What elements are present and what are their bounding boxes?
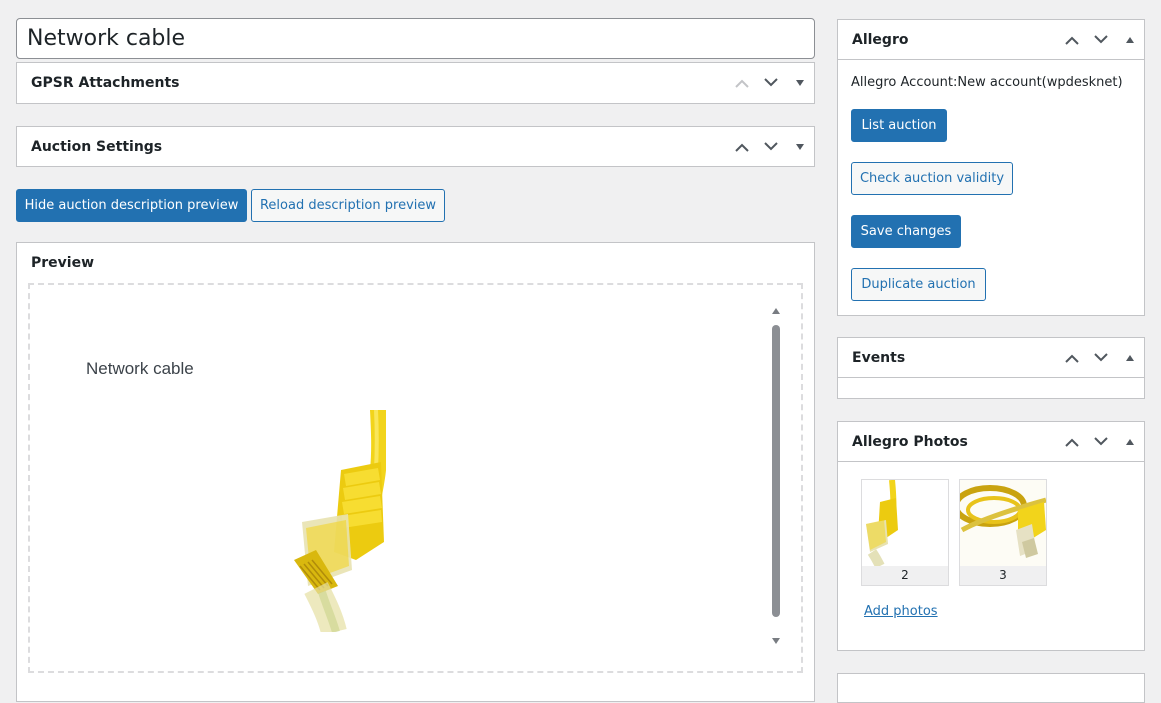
allegro-account-value: New account(wpdesknet) (957, 75, 1123, 90)
events-box: Events (837, 337, 1145, 399)
triangle-up-icon (1125, 438, 1134, 445)
save-changes-button[interactable]: Save changes (851, 215, 961, 248)
move-down-button[interactable] (1086, 338, 1115, 378)
move-up-button[interactable] (1057, 422, 1086, 462)
move-up-button[interactable] (727, 63, 756, 103)
scroll-up-icon[interactable] (771, 307, 781, 315)
photo-thumbnail-image (862, 480, 948, 566)
move-up-button[interactable] (1057, 338, 1086, 378)
duplicate-auction-button[interactable]: Duplicate auction (851, 268, 986, 301)
photo-thumbnail[interactable]: 2 (861, 479, 949, 586)
toggle-panel-button[interactable] (785, 63, 814, 103)
gpsr-attachments-title: GPSR Attachments (31, 75, 180, 91)
post-title-input[interactable]: Network cable (16, 18, 815, 59)
add-photos-link[interactable]: Add photos (864, 604, 938, 619)
hide-preview-button[interactable]: Hide auction description preview (16, 189, 247, 222)
allegro-handle-actions (1057, 20, 1144, 60)
photo-thumbnail[interactable]: 3 (959, 479, 1047, 586)
chevron-down-icon (1093, 34, 1108, 43)
move-down-button[interactable] (1086, 20, 1115, 60)
preview-frame: Network cable (28, 283, 803, 673)
scroll-thumb[interactable] (772, 325, 780, 617)
scroll-down-icon[interactable] (771, 637, 781, 645)
auction-settings-box: Auction Settings (16, 126, 815, 167)
triangle-up-icon (1125, 36, 1134, 43)
next-sidebar-box (837, 673, 1145, 703)
photo-thumbnail-label: 3 (960, 566, 1046, 585)
reload-preview-button[interactable]: Reload description preview (251, 189, 445, 222)
move-up-button[interactable] (1057, 20, 1086, 60)
network-cable-image (294, 410, 386, 632)
move-down-button[interactable] (756, 127, 785, 167)
preview-title: Preview (31, 255, 95, 271)
preview-product-title: Network cable (86, 359, 194, 378)
move-down-button[interactable] (1086, 422, 1115, 462)
events-box-title: Events (852, 349, 906, 366)
toggle-panel-button[interactable] (785, 127, 814, 167)
triangle-down-icon (795, 80, 804, 86)
chevron-up-icon (1064, 36, 1079, 45)
auction-settings-title: Auction Settings (31, 139, 163, 155)
toggle-panel-button[interactable] (1115, 338, 1144, 378)
allegro-photos-title: Allegro Photos (852, 433, 968, 450)
list-auction-button[interactable]: List auction (851, 109, 947, 142)
photos-handle-actions (1057, 422, 1144, 462)
toggle-panel-button[interactable] (1115, 422, 1144, 462)
toggle-panel-button[interactable] (1115, 20, 1144, 60)
events-handle-actions (1057, 338, 1144, 378)
photo-thumbnail-label: 2 (862, 566, 948, 585)
allegro-box-title: Allegro (852, 31, 909, 48)
cable-photo-1 (866, 480, 898, 566)
chevron-down-icon (763, 142, 778, 151)
chevron-up-icon (1064, 438, 1079, 447)
chevron-up-icon (734, 79, 749, 88)
gpsr-handle-actions (727, 63, 814, 103)
allegro-account-label: Allegro Account: (851, 75, 958, 90)
chevron-down-icon (1093, 352, 1108, 361)
allegro-account-row: Allegro Account:New account(wpdesknet) (838, 60, 1144, 90)
preview-scrollbar[interactable] (771, 307, 781, 647)
triangle-up-icon (1125, 354, 1134, 361)
photo-thumbnail-image (960, 480, 1046, 566)
chevron-down-icon (763, 78, 778, 87)
gpsr-attachments-box: GPSR Attachments (16, 62, 815, 104)
move-up-button[interactable] (727, 127, 756, 167)
triangle-down-icon (795, 144, 804, 150)
chevron-up-icon (734, 143, 749, 152)
chevron-down-icon (1093, 436, 1108, 445)
auction-settings-handle-actions (727, 127, 814, 167)
check-auction-validity-button[interactable]: Check auction validity (851, 162, 1013, 195)
chevron-up-icon (1064, 354, 1079, 363)
move-down-button[interactable] (756, 63, 785, 103)
cable-photo-2 (960, 480, 1046, 566)
